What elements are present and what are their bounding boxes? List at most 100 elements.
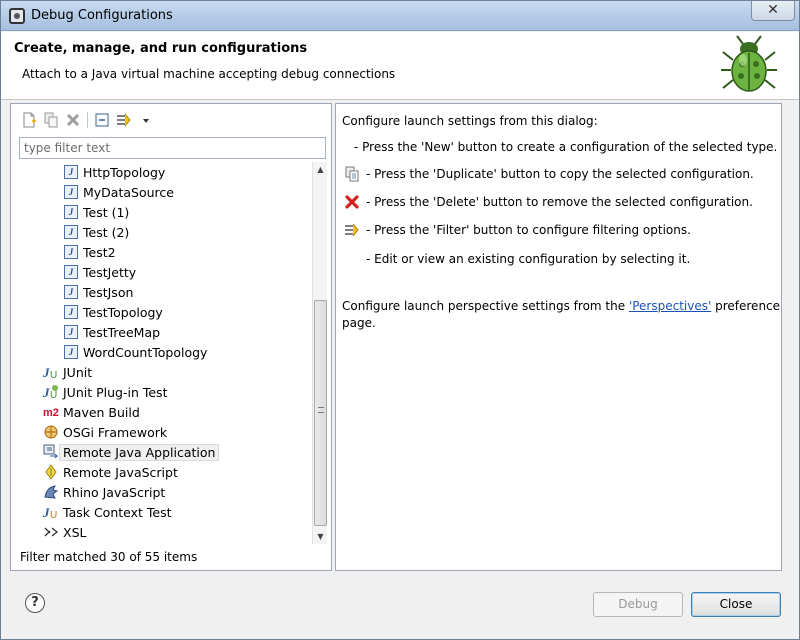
banner-title: Create, manage, and run configurations [14,41,308,56]
remote-javascript-icon [43,464,59,480]
tree-item-label: Test (2) [83,224,130,240]
tree-item[interactable]: J Test (2) [63,222,129,242]
java-config-icon: J [63,224,79,240]
tree-item-label: Remote Java Application [59,443,220,461]
java-config-icon: J [63,184,79,200]
new-config-icon[interactable] [19,110,39,130]
delete-instruction: - Press the 'Delete' button to remove th… [366,195,753,209]
close-button[interactable]: Close [691,592,781,617]
tree-item[interactable]: J HttpTopology [63,162,165,182]
junit-icon: JU [43,364,59,380]
perspective-prefix: Configure launch perspective settings fr… [342,299,629,313]
filter-status: Filter matched 30 of 55 items [20,550,198,564]
svg-text:m2: m2 [43,407,59,419]
duplicate-icon[interactable] [41,110,61,130]
tree-item[interactable]: J TestTreeMap [63,322,160,342]
window-title: Debug Configurations [31,8,173,23]
tree-item[interactable]: J U JUnit Plug-in Test [43,382,167,402]
tree-item[interactable]: OSGi Framework [43,422,167,442]
delete-icon[interactable] [63,110,83,130]
java-config-icon: J [63,244,79,260]
debug-configurations-window: Debug Configurations ✕ Create, manage, a… [0,0,800,640]
header-banner: Create, manage, and run configurations A… [1,32,799,100]
instructions-panel: Configure launch settings from this dial… [335,103,782,571]
delete-icon [344,194,360,210]
tree-item[interactable]: Rhino JavaScript [43,482,165,502]
tree-item-label: JUnit [63,364,93,380]
remote-java-icon [43,444,59,460]
tree-scrollbar[interactable]: ▲ ▼ [312,162,327,544]
maven-icon: m2 [43,404,59,420]
tree-item-label: WordCountTopology [83,344,208,360]
tree-item-label: MyDataSource [83,184,174,200]
scroll-down-icon[interactable]: ▼ [313,529,328,544]
tree-item-label: OSGi Framework [63,424,168,440]
edit-instruction: - Edit or view an existing configuration… [366,252,691,266]
tree-item[interactable]: XSL [43,522,86,542]
tree-item-label: Test2 [83,244,116,260]
svg-text:U: U [50,510,57,520]
tree-item[interactable]: J WordCountTopology [63,342,207,362]
dropdown-icon[interactable] [136,110,156,130]
debug-button[interactable]: Debug [593,592,683,617]
scroll-up-icon[interactable]: ▲ [313,162,328,177]
tree-item-label: Rhino JavaScript [63,484,166,500]
eclipse-app-icon [9,8,25,24]
java-config-icon: J [63,344,79,360]
duplicate-icon [344,166,360,182]
tree-item-label: XSL [63,524,87,540]
java-config-icon: J [63,324,79,340]
scroll-thumb[interactable] [314,300,327,526]
filter-input[interactable] [19,137,326,159]
svg-text:J: J [43,505,50,520]
filter-instruction-row: - Press the 'Filter' button to configure… [344,222,691,238]
tree-item[interactable]: Remote Java Application [43,442,220,462]
intro-text: Configure launch settings from this dial… [342,114,598,128]
title-bar: Debug Configurations ✕ [1,1,799,31]
tree-item[interactable]: J Test2 [63,242,116,262]
filter-icon[interactable] [114,110,134,130]
tree-item[interactable]: J MyDataSource [63,182,174,202]
perspectives-link[interactable]: 'Perspectives' [629,299,711,313]
tree-item[interactable]: J TestTopology [63,302,163,322]
svg-text:J: J [43,365,50,380]
configuration-list-panel: JHttpTopologyJMyDataSourceJTest (1)JTest… [10,103,332,571]
tree-item[interactable]: m2 Maven Build [43,402,140,422]
grip-icon [318,407,324,413]
duplicate-instruction: - Press the 'Duplicate' button to copy t… [366,167,754,181]
duplicate-instruction-row: - Press the 'Duplicate' button to copy t… [344,166,754,182]
delete-instruction-row: - Press the 'Delete' button to remove th… [344,194,753,210]
collapse-all-icon[interactable] [92,110,112,130]
tree-item[interactable]: J U JUnit [43,362,92,382]
config-toolbar [19,110,156,130]
help-button[interactable]: ? [25,593,45,613]
tree-item[interactable]: J TestJetty [63,262,136,282]
java-config-icon: J [63,164,79,180]
java-config-icon: J [63,204,79,220]
perspective-text-line2: page. [342,316,376,330]
new-instruction: - Press the 'New' button to create a con… [354,140,778,154]
tree-item-label: TestJson [83,284,134,300]
configuration-tree: J HttpTopology J MyDataSource J Test (1) J Test… [19,162,317,544]
tree-item-label: TestTreeMap [83,324,161,340]
svg-text:J: J [43,385,50,400]
perspective-text: Configure launch perspective settings fr… [342,299,780,313]
tree-item[interactable]: J TestJson [63,282,133,302]
tree-item-label: Task Context Test [63,504,172,520]
filter-instruction: - Press the 'Filter' button to configure… [366,223,691,237]
osgi-icon [43,424,59,440]
java-config-icon: J [63,284,79,300]
filter-icon [344,222,360,238]
bug-icon [721,35,777,92]
window-close-button[interactable]: ✕ [751,1,795,21]
tree-item[interactable]: J U Task Context Test [43,502,172,522]
tree-item[interactable]: J Test (1) [63,202,129,222]
tree-item-label: Remote JavaScript [63,464,178,480]
rhino-icon [43,484,59,500]
tree-item[interactable]: Remote JavaScript [43,462,178,482]
perspective-suffix: preference [711,299,781,313]
tree-item-label: Maven Build [63,404,140,420]
svg-text:U: U [50,370,57,380]
toolbar-separator [87,112,88,128]
svg-text:U: U [50,390,57,400]
